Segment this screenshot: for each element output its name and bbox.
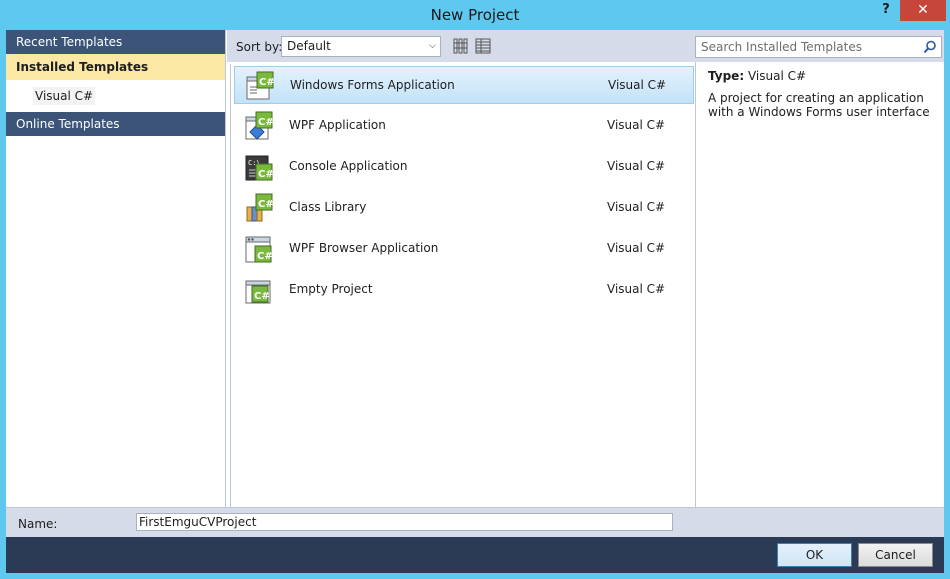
cancel-button[interactable]: Cancel [858,543,933,567]
winforms-icon: C# [246,71,275,100]
sort-by-value: Default [287,39,331,53]
type-value: Visual C# [747,69,807,83]
template-language: Visual C# [607,159,666,173]
template-language: Visual C# [607,282,666,296]
name-label: Name: [18,517,58,531]
template-name: WPF Application [289,118,386,132]
toolbar: Sort by: Default ⌵ Search Installed Temp… [227,30,944,62]
template-details: Type: Visual C# A project for creating a… [695,62,944,507]
visual-csharp-label: Visual C# [33,87,96,105]
project-name-input[interactable]: FirstEmguCVProject [136,513,673,531]
svg-text:C#: C# [258,169,274,180]
online-templates-item[interactable]: Online Templates [6,112,225,136]
template-name: Empty Project [289,282,373,296]
template-item[interactable]: C# Empty Project Visual C# [234,271,694,309]
template-description: A project for creating an application wi… [708,91,930,119]
search-icon[interactable] [923,40,937,54]
window-title: New Project [430,6,520,24]
sort-by-select[interactable]: Default ⌵ [281,36,441,57]
search-placeholder: Search Installed Templates [701,40,862,54]
template-item[interactable]: C# Windows Forms Application Visual C# [234,66,694,104]
svg-text:C#: C# [259,77,275,88]
title-bar: New Project ? ✕ [0,0,950,30]
template-item[interactable]: C:\ C# Console Application Visual C# [234,148,694,186]
template-name: WPF Browser Application [289,241,439,255]
small-icons-view-icon[interactable] [475,38,491,54]
wpf-icon: C# [245,111,274,140]
template-name: Windows Forms Application [290,78,455,92]
template-language: Visual C# [608,78,667,92]
template-item[interactable]: C# Class Library Visual C# [234,189,694,227]
template-item[interactable]: C# WPF Browser Application Visual C# [234,230,694,268]
recent-templates-item[interactable]: Recent Templates [6,30,225,54]
help-button[interactable]: ? [874,2,898,22]
svg-text:C#: C# [257,251,273,262]
dialog-body: Recent Templates Installed Templates Vis… [6,30,944,573]
sort-by-label: Sort by: [236,40,283,54]
visual-csharp-item[interactable]: Visual C# [6,80,225,112]
template-name: Console Application [289,159,408,173]
empty-project-icon: C# [245,280,271,304]
type-line: Type: Visual C# [708,69,932,83]
template-list: C# Windows Forms Application Visual C# C… [230,64,695,507]
svg-text:C#: C# [258,117,274,128]
svg-text:C#: C# [254,291,270,302]
template-name: Class Library [289,200,367,214]
installed-templates-item[interactable]: Installed Templates [6,54,225,80]
name-row: Name: FirstEmguCVProject [6,507,944,537]
template-language: Visual C# [607,118,666,132]
medium-icons-view-icon[interactable] [453,38,469,54]
template-categories: Recent Templates Installed Templates Vis… [6,30,226,507]
search-input[interactable]: Search Installed Templates [695,36,942,58]
dialog-footer: OK Cancel [6,537,944,573]
wpf-browser-icon: C# [245,236,273,263]
chevron-down-icon: ⌵ [429,41,436,51]
type-label: Type: [708,69,745,83]
template-language: Visual C# [607,200,666,214]
class-library-icon: C# [246,193,274,222]
template-item[interactable]: C# WPF Application Visual C# [234,107,694,145]
console-icon: C:\ C# [245,155,274,181]
svg-text:C#: C# [258,199,274,210]
ok-button[interactable]: OK [777,543,852,567]
close-button[interactable]: ✕ [900,0,946,21]
template-language: Visual C# [607,241,666,255]
